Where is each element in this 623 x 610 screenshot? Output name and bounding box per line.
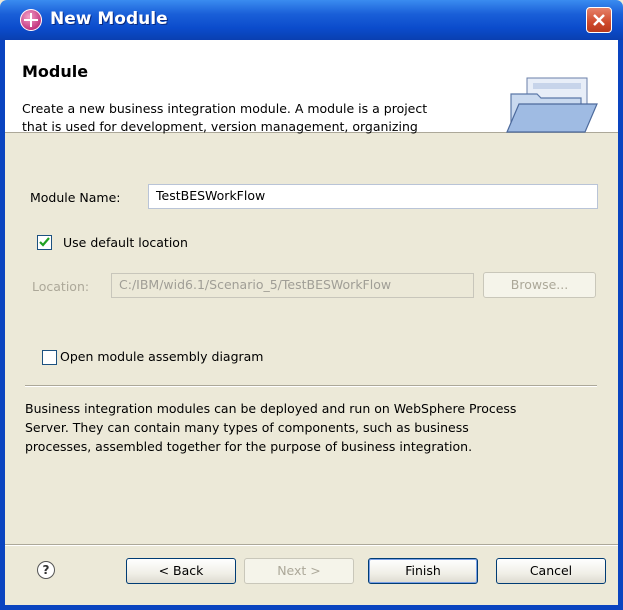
wizard-header: Module Create a new business integration…	[5, 40, 618, 136]
use-default-location-label: Use default location	[63, 235, 188, 250]
module-name-label: Module Name:	[30, 190, 121, 205]
info-line: Server. They can contain many types of c…	[25, 420, 469, 435]
title-bar[interactable]: New Module	[0, 0, 623, 40]
browse-button: Browse...	[483, 272, 596, 298]
info-line: processes, assembled together for the pu…	[25, 439, 473, 454]
page-description-line: Create a new business integration module…	[22, 101, 428, 116]
info-text: Business integration modules can be depl…	[25, 399, 516, 456]
wizard-icon	[20, 9, 42, 31]
finish-button[interactable]: Finish	[368, 558, 478, 584]
wizard-body: Module Name: TestBESWorkFlow Use default…	[5, 134, 618, 544]
checkmark-icon	[39, 237, 50, 247]
window-frame-left	[0, 40, 5, 610]
location-label: Location:	[32, 279, 90, 294]
info-line: Business integration modules can be depl…	[25, 401, 517, 416]
help-icon[interactable]: ?	[37, 561, 55, 579]
window-title: New Module	[50, 9, 168, 29]
next-button: Next >	[244, 558, 354, 584]
location-field: C:/IBM/wid6.1/Scenario_5/TestBESWorkFlow	[111, 273, 474, 298]
page-description: Create a new business integration module…	[22, 100, 502, 136]
open-folder-icon	[506, 77, 598, 133]
cancel-button[interactable]: Cancel	[496, 558, 606, 584]
close-button[interactable]	[586, 7, 612, 33]
page-title: Module	[22, 62, 89, 81]
open-assembly-checkbox[interactable]	[42, 350, 57, 365]
close-icon	[593, 14, 605, 26]
divider	[25, 385, 597, 387]
back-button[interactable]: < Back	[126, 558, 236, 584]
use-default-location-checkbox[interactable]	[37, 235, 52, 250]
new-module-dialog: New Module Module Create a new business …	[0, 0, 623, 610]
window-frame-bottom	[0, 605, 623, 610]
open-assembly-label: Open module assembly diagram	[60, 349, 264, 364]
module-name-field[interactable]: TestBESWorkFlow	[148, 184, 598, 209]
window-frame-right	[618, 40, 623, 610]
